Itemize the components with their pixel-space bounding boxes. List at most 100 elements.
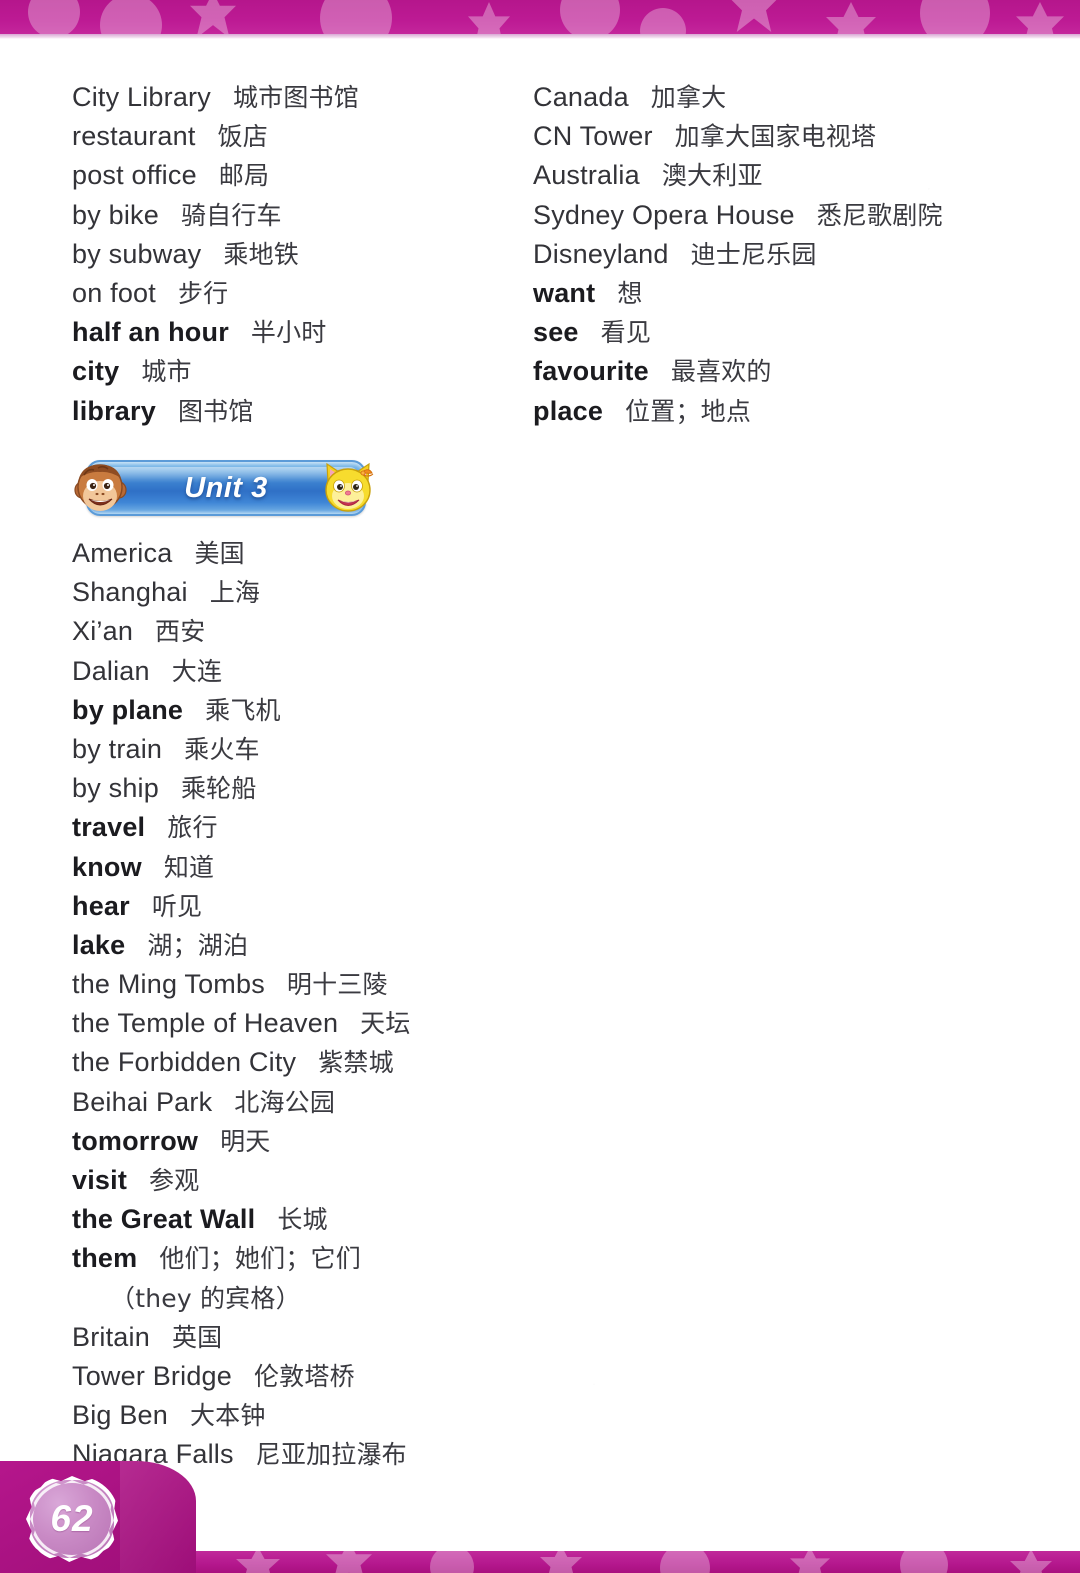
word-chinese: 步行 bbox=[177, 278, 229, 308]
band-circle-decoration bbox=[900, 1551, 948, 1573]
word-entry: Sydney Opera House 悉尼歌剧院 bbox=[533, 196, 1003, 235]
page-number-badge: 62 bbox=[26, 1476, 118, 1562]
word-entry: Big Ben 大本钟 bbox=[72, 1396, 542, 1435]
word-english: favourite bbox=[533, 356, 649, 387]
band-star-decoration bbox=[730, 0, 778, 32]
word-english: the Great Wall bbox=[72, 1204, 256, 1235]
word-chinese: 紫禁城 bbox=[318, 1048, 394, 1078]
word-entry: Tower Bridge 伦敦塔桥 bbox=[72, 1357, 542, 1396]
word-english: hear bbox=[72, 890, 130, 921]
band-circle-decoration bbox=[430, 1551, 474, 1573]
band-star-decoration bbox=[236, 1551, 280, 1573]
word-entry: Britain 英国 bbox=[72, 1318, 542, 1357]
word-chinese: 城市图书馆 bbox=[232, 83, 359, 112]
word-entry: them 他们；她们；它们 bbox=[72, 1239, 542, 1278]
word-english: Tower Bridge bbox=[72, 1360, 232, 1391]
word-chinese: 明十三陵 bbox=[286, 970, 388, 1000]
word-english: Britain bbox=[72, 1321, 150, 1352]
word-chinese: 澳大利亚 bbox=[661, 161, 763, 191]
word-entry: Beihai Park 北海公园 bbox=[72, 1083, 542, 1122]
word-chinese: 旅行 bbox=[167, 813, 218, 843]
word-entry: see 看见 bbox=[533, 313, 1003, 352]
word-english: by bike bbox=[72, 199, 159, 230]
word-entry: Canada 加拿大 bbox=[533, 78, 1003, 117]
word-english: know bbox=[72, 851, 142, 882]
word-english: the Forbidden City bbox=[72, 1047, 297, 1078]
word-english: visit bbox=[72, 1165, 128, 1195]
word-chinese: 北海公园 bbox=[234, 1087, 336, 1117]
word-chinese: 湖；湖泊 bbox=[147, 930, 249, 960]
word-english: Big Ben bbox=[72, 1400, 168, 1431]
word-chinese: 明天 bbox=[220, 1126, 271, 1156]
word-english: half an hour bbox=[72, 317, 229, 348]
word-entry: restaurant 饭店 bbox=[72, 117, 502, 156]
band-star-decoration bbox=[1010, 1551, 1052, 1573]
band-star-decoration bbox=[826, 2, 876, 38]
monkey-face-icon bbox=[74, 464, 127, 511]
word-chinese: 加拿大国家电视塔 bbox=[674, 122, 877, 152]
word-chinese: 英国 bbox=[171, 1322, 223, 1352]
word-chinese: 乘飞机 bbox=[205, 695, 281, 725]
word-chinese: 想 bbox=[617, 278, 643, 308]
band-star-decoration bbox=[1016, 2, 1064, 38]
word-chinese: 长城 bbox=[277, 1205, 328, 1235]
word-english: Australia bbox=[533, 160, 640, 191]
word-english: the Temple of Heaven bbox=[72, 1008, 339, 1039]
word-english: Beihai Park bbox=[72, 1086, 213, 1117]
word-entry: know 知道 bbox=[72, 848, 542, 887]
word-entry: hear 听见 bbox=[72, 887, 542, 926]
word-list-right-column: Canada 加拿大 CN Tower 加拿大国家电视塔 Australia 澳大利亚… bbox=[533, 78, 1003, 431]
word-english: Xi’an bbox=[72, 616, 134, 647]
word-english: by ship bbox=[72, 773, 159, 804]
word-entry: by train 乘火车 bbox=[72, 730, 542, 769]
word-chinese: 大连 bbox=[171, 656, 223, 686]
word-chinese: 邮局 bbox=[218, 161, 270, 191]
word-entry: favourite 最喜欢的 bbox=[533, 352, 1003, 391]
word-entry: travel 旅行 bbox=[72, 808, 542, 847]
word-entry: tomorrow 明天 bbox=[72, 1122, 542, 1161]
word-entry: post office 邮局 bbox=[72, 156, 502, 195]
word-chinese: 西安 bbox=[155, 617, 206, 647]
word-chinese: 尼亚加拉瀑布 bbox=[255, 1440, 407, 1470]
word-entry: Xi’an 西安 bbox=[72, 612, 542, 651]
word-entry: by bike 骑自行车 bbox=[72, 196, 502, 235]
word-english: tomorrow bbox=[72, 1125, 199, 1156]
word-english: see bbox=[533, 317, 579, 348]
word-entry: the Great Wall 长城 bbox=[72, 1200, 542, 1239]
band-bottom-edge-highlight bbox=[0, 34, 1080, 39]
word-chinese: （they 的宾格） bbox=[110, 1283, 301, 1313]
word-entry: city 城市 bbox=[72, 352, 502, 391]
word-chinese: 图书馆 bbox=[177, 396, 254, 426]
word-english: Canada bbox=[533, 82, 629, 112]
word-english: the Ming Tombs bbox=[72, 969, 265, 1000]
word-chinese: 乘地铁 bbox=[223, 239, 299, 269]
word-chinese: 美国 bbox=[194, 539, 245, 568]
band-star-decoration bbox=[468, 2, 510, 38]
band-star-decoration bbox=[790, 1551, 830, 1573]
word-chinese: 伦敦塔桥 bbox=[253, 1361, 355, 1391]
band-circle-decoration bbox=[320, 0, 392, 38]
textbook-page: City Library 城市图书馆 restaurant 饭店 post offi… bbox=[0, 0, 1080, 1573]
band-circle-decoration bbox=[28, 0, 80, 38]
word-english: CN Tower bbox=[533, 121, 653, 152]
word-chinese: 城市 bbox=[141, 357, 192, 387]
word-entry: the Forbidden City 紫禁城 bbox=[72, 1043, 542, 1082]
top-decorative-band bbox=[0, 0, 1080, 38]
word-english: travel bbox=[72, 812, 146, 843]
word-entry-continuation: （they 的宾格） bbox=[72, 1279, 542, 1318]
word-entry: by plane 乘飞机 bbox=[72, 691, 542, 730]
word-list-left-column: City Library 城市图书馆 restaurant 饭店 post offi… bbox=[72, 78, 502, 431]
unit-banner: Unit 3 bbox=[70, 456, 380, 520]
word-entry: by ship 乘轮船 bbox=[72, 769, 542, 808]
band-circle-decoration bbox=[100, 0, 162, 38]
word-chinese: 迪士尼乐园 bbox=[690, 239, 817, 269]
word-english: by train bbox=[72, 733, 163, 764]
word-english: city bbox=[72, 356, 120, 387]
word-entry: Shanghai 上海 bbox=[72, 573, 542, 612]
word-chinese: 饭店 bbox=[217, 122, 268, 152]
word-english: post office bbox=[72, 160, 197, 191]
word-entry: lake 湖；湖泊 bbox=[72, 926, 542, 965]
word-entry: want 想 bbox=[533, 274, 1003, 313]
word-chinese: 最喜欢的 bbox=[670, 357, 772, 387]
word-list-unit3: America 美国 Shanghai 上海 Xi’an 西安 Dalian 大连 by… bbox=[72, 534, 542, 1475]
